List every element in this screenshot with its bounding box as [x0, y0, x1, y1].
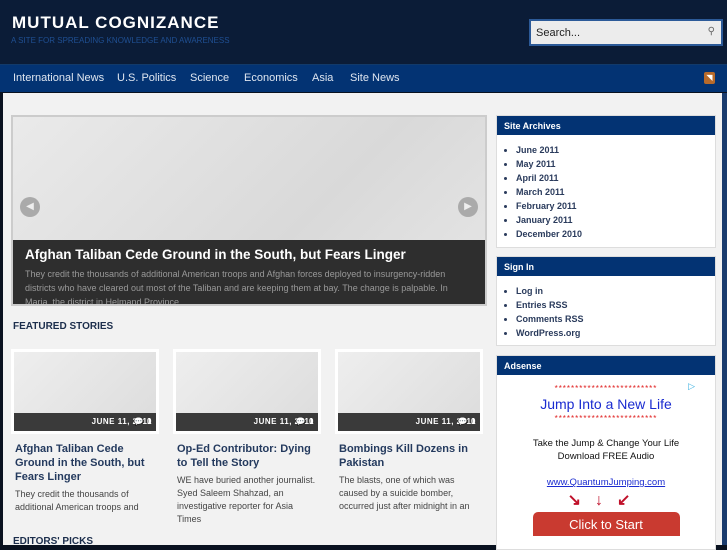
main-nav: International News U.S. Politics Science… — [0, 64, 727, 92]
comments-rss-link[interactable]: Comments RSS — [516, 312, 715, 326]
archive-link[interactable]: December 2010 — [516, 227, 715, 241]
search-placeholder: Search... — [536, 27, 581, 39]
story-meta: JUNE 11, 2011 💬 0 — [338, 413, 480, 431]
ad-banner[interactable]: ▷ ************************* Jump Into a … — [497, 375, 715, 545]
ad-line1: Take the Jump & Change Your Life — [532, 438, 680, 449]
slider-prev-icon[interactable]: ◀ — [20, 197, 40, 217]
featured-heading: FEATURED STORIES — [13, 321, 114, 332]
site-header: MUTUAL COGNIZANCE A SITE FOR SPREADING K… — [0, 0, 727, 64]
nav-science[interactable]: Science — [190, 72, 229, 84]
comment-count[interactable]: 💬 0 — [296, 417, 314, 426]
story-title[interactable]: Op-Ed Contributor: Dying to Tell the Sto… — [177, 442, 317, 470]
story-card[interactable]: JUNE 11, 2011 💬 0 Afghan Taliban Cede Gro… — [11, 349, 159, 514]
story-thumbnail[interactable]: JUNE 11, 2011 💬 0 — [173, 349, 321, 434]
adchoices-icon[interactable]: ▷ — [688, 381, 695, 392]
signin-widget: Sign In Log in Entries RSS Comments RSS … — [496, 256, 716, 346]
ad-click-button[interactable]: Click to Start — [532, 512, 680, 536]
widget-title: Site Archives — [497, 116, 715, 135]
nav-asia[interactable]: Asia — [312, 72, 333, 84]
login-link[interactable]: Log in — [516, 284, 715, 298]
search-input[interactable]: Search... ⚲ — [529, 19, 723, 46]
slider-next-icon[interactable]: ▶ — [458, 197, 478, 217]
slider-caption: Afghan Taliban Cede Ground in the South,… — [13, 240, 485, 304]
nav-us-politics[interactable]: U.S. Politics — [117, 72, 176, 84]
archive-link[interactable]: March 2011 — [516, 185, 715, 199]
story-title[interactable]: Bombings Kill Dozens in Pakistan — [339, 442, 479, 470]
story-excerpt: WE have buried another journalist. Syed … — [177, 475, 316, 524]
story-card[interactable]: JUNE 11, 2011 💬 0 Bombings Kill Dozens in… — [335, 349, 483, 513]
site-tagline: A SITE FOR SPREADING KNOWLEDGE AND AWARE… — [11, 36, 230, 45]
slider-title[interactable]: Afghan Taliban Cede Ground in the South,… — [25, 247, 473, 262]
archive-link[interactable]: January 2011 — [516, 213, 715, 227]
wordpress-link[interactable]: WordPress.org — [516, 326, 715, 340]
search-icon[interactable]: ⚲ — [708, 26, 715, 37]
ad-stars: ************************* — [554, 384, 658, 393]
comment-count[interactable]: 💬 0 — [134, 417, 152, 426]
archive-link[interactable]: May 2011 — [516, 157, 715, 171]
nav-economics[interactable]: Economics — [244, 72, 298, 84]
ad-headline[interactable]: Jump Into a New Life — [497, 396, 715, 412]
comment-count[interactable]: 💬 0 — [458, 417, 476, 426]
ad-line2: Download FREE Audio — [557, 451, 655, 462]
nav-international-news[interactable]: International News — [13, 72, 104, 84]
site-title[interactable]: MUTUAL COGNIZANCE — [12, 13, 219, 33]
featured-slider[interactable]: ◀ ▶ Afghan Taliban Cede Ground in the So… — [11, 115, 487, 306]
editors-picks-heading: EDITORS' PICKS — [13, 536, 93, 547]
archive-link[interactable]: June 2011 — [516, 143, 715, 157]
archive-link[interactable]: February 2011 — [516, 199, 715, 213]
story-thumbnail[interactable]: JUNE 11, 2011 💬 0 — [11, 349, 159, 434]
archive-link[interactable]: April 2011 — [516, 171, 715, 185]
story-card[interactable]: JUNE 11, 2011 💬 0 Op-Ed Contributor: Dyin… — [173, 349, 321, 526]
story-excerpt: The blasts, one of which was caused by a… — [339, 475, 470, 511]
rss-icon[interactable]: ◥ — [704, 72, 715, 84]
story-title[interactable]: Afghan Taliban Cede Ground in the South,… — [15, 442, 155, 484]
nav-site-news[interactable]: Site News — [350, 72, 400, 84]
story-thumbnail[interactable]: JUNE 11, 2011 💬 0 — [335, 349, 483, 434]
widget-title: Adsense — [497, 356, 715, 375]
ad-arrows-icon: ↘↓↙ — [567, 492, 645, 509]
story-meta: JUNE 11, 2011 💬 0 — [176, 413, 318, 431]
slider-excerpt: They credit the thousands of additional … — [25, 269, 448, 306]
archives-widget: Site Archives June 2011 May 2011 April 2… — [496, 115, 716, 248]
ad-stars: ************************* — [554, 414, 658, 423]
story-excerpt: They credit the thousands of additional … — [15, 489, 139, 512]
ad-url[interactable]: www.QuantumJumping.com — [497, 477, 715, 488]
entries-rss-link[interactable]: Entries RSS — [516, 298, 715, 312]
adsense-widget: Adsense ▷ ************************* Jump… — [496, 355, 716, 550]
story-meta: JUNE 11, 2011 💬 0 — [14, 413, 156, 431]
widget-title: Sign In — [497, 257, 715, 276]
background-edge — [722, 93, 727, 545]
